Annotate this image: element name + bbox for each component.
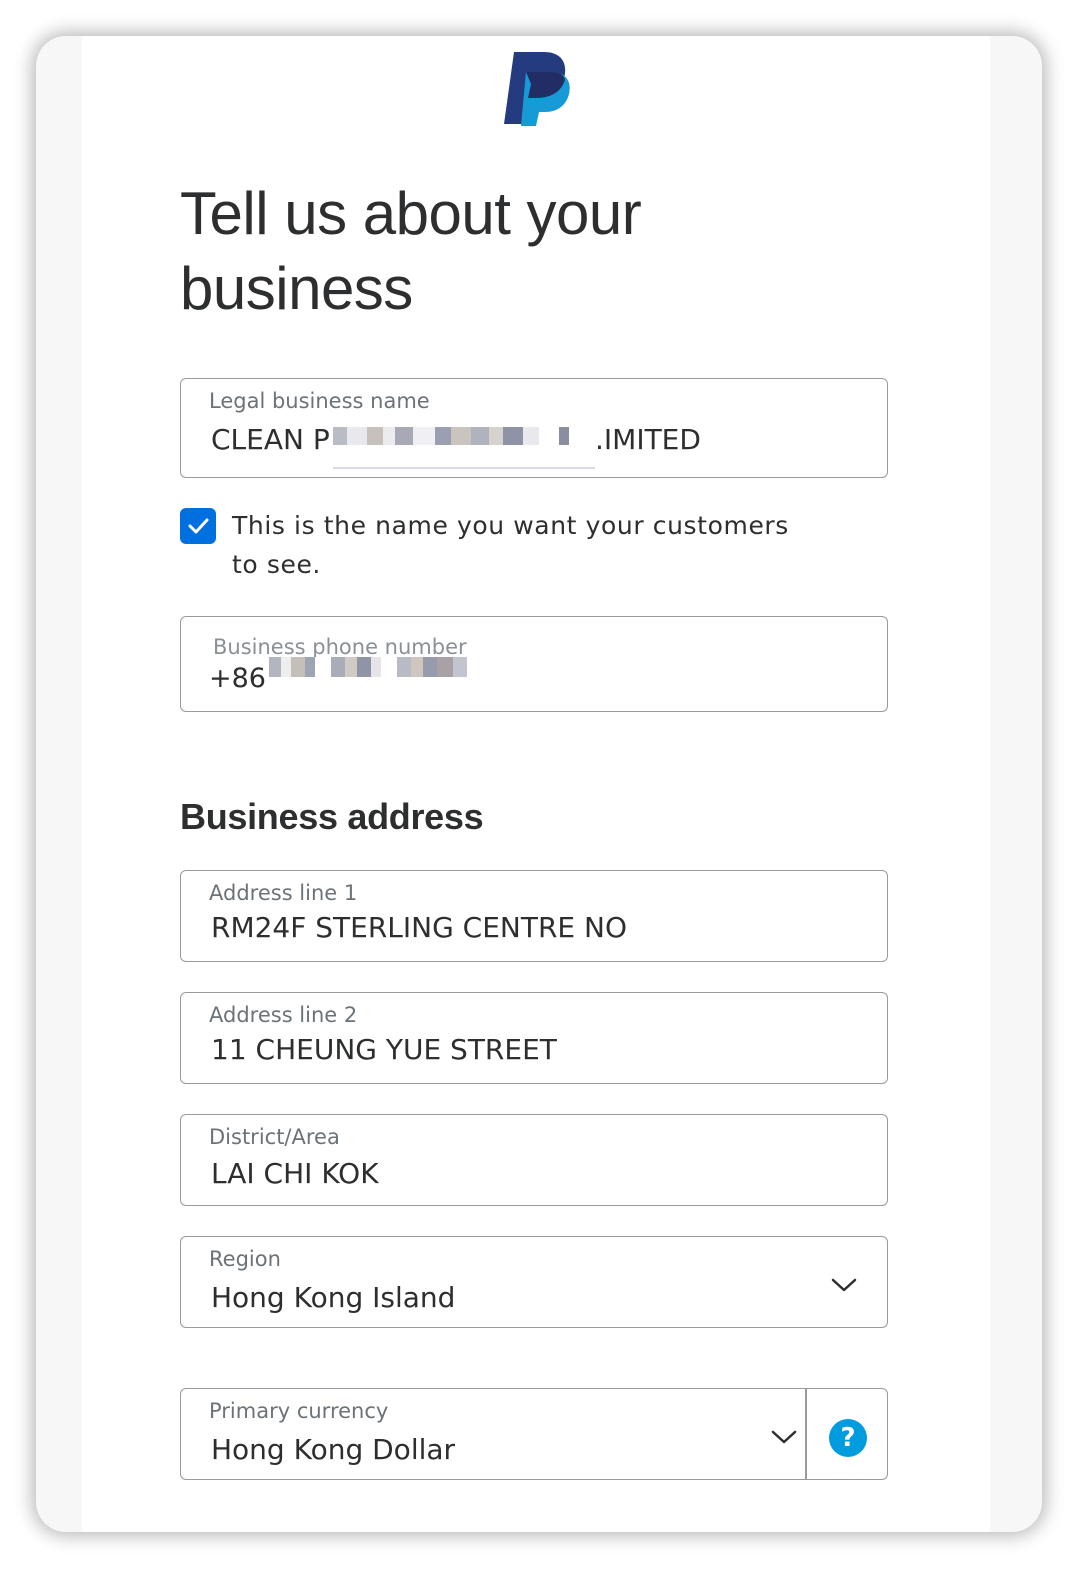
business-phone-field[interactable]: Business phone number +86 <box>180 616 888 712</box>
currency-help-divider <box>805 1389 807 1479</box>
address-line1-label: Address line 1 <box>209 881 358 905</box>
address-line2-label: Address line 2 <box>209 1003 358 1027</box>
display-name-checkbox[interactable] <box>180 508 216 544</box>
primary-currency-select[interactable]: Primary currency Hong Kong Dollar ? <box>180 1388 888 1480</box>
primary-currency-label: Primary currency <box>209 1399 389 1423</box>
region-value: Hong Kong Island <box>211 1281 456 1314</box>
district-area-label: District/Area <box>209 1125 340 1149</box>
dialog-frame: Tell us about your business Legal busine… <box>36 36 1042 1532</box>
business-address-heading: Business address <box>180 796 484 837</box>
district-area-field[interactable]: District/Area LAI CHI KOK <box>180 1114 888 1206</box>
page-title: Tell us about your business <box>180 180 642 322</box>
district-area-value: LAI CHI KOK <box>211 1157 379 1190</box>
region-select[interactable]: Region Hong Kong Island <box>180 1236 888 1328</box>
address-line1-field[interactable]: Address line 1 RM24F STERLING CENTRE NO <box>180 870 888 962</box>
primary-currency-value: Hong Kong Dollar <box>211 1433 456 1466</box>
redacted-phone-block <box>269 657 467 677</box>
legal-business-name-field[interactable]: Legal business name CLEAN P .IMITED <box>180 378 888 478</box>
address-line2-field[interactable]: Address line 2 11 CHEUNG YUE STREET <box>180 992 888 1084</box>
chevron-down-icon[interactable] <box>831 1277 857 1293</box>
paypal-logo-icon <box>504 52 570 126</box>
address-line1-value: RM24F STERLING CENTRE NO <box>211 911 627 944</box>
legal-business-name-value-end: .IMITED <box>595 423 701 456</box>
help-icon[interactable]: ? <box>829 1419 867 1457</box>
signup-panel: Tell us about your business Legal busine… <box>82 36 990 1532</box>
legal-business-name-label: Legal business name <box>209 389 430 413</box>
chevron-down-icon[interactable] <box>771 1429 797 1445</box>
phone-country-prefix: +86 <box>209 663 266 694</box>
checkmark-icon <box>188 518 209 534</box>
legal-business-name-value-start: CLEAN P <box>211 423 330 456</box>
region-label: Region <box>209 1247 281 1271</box>
business-phone-label: Business phone number <box>213 635 467 659</box>
redacted-name-block <box>333 427 587 445</box>
address-line2-value: 11 CHEUNG YUE STREET <box>211 1033 557 1066</box>
redacted-underline <box>333 467 595 469</box>
display-name-checkbox-label: This is the name you want your customers… <box>232 511 789 579</box>
